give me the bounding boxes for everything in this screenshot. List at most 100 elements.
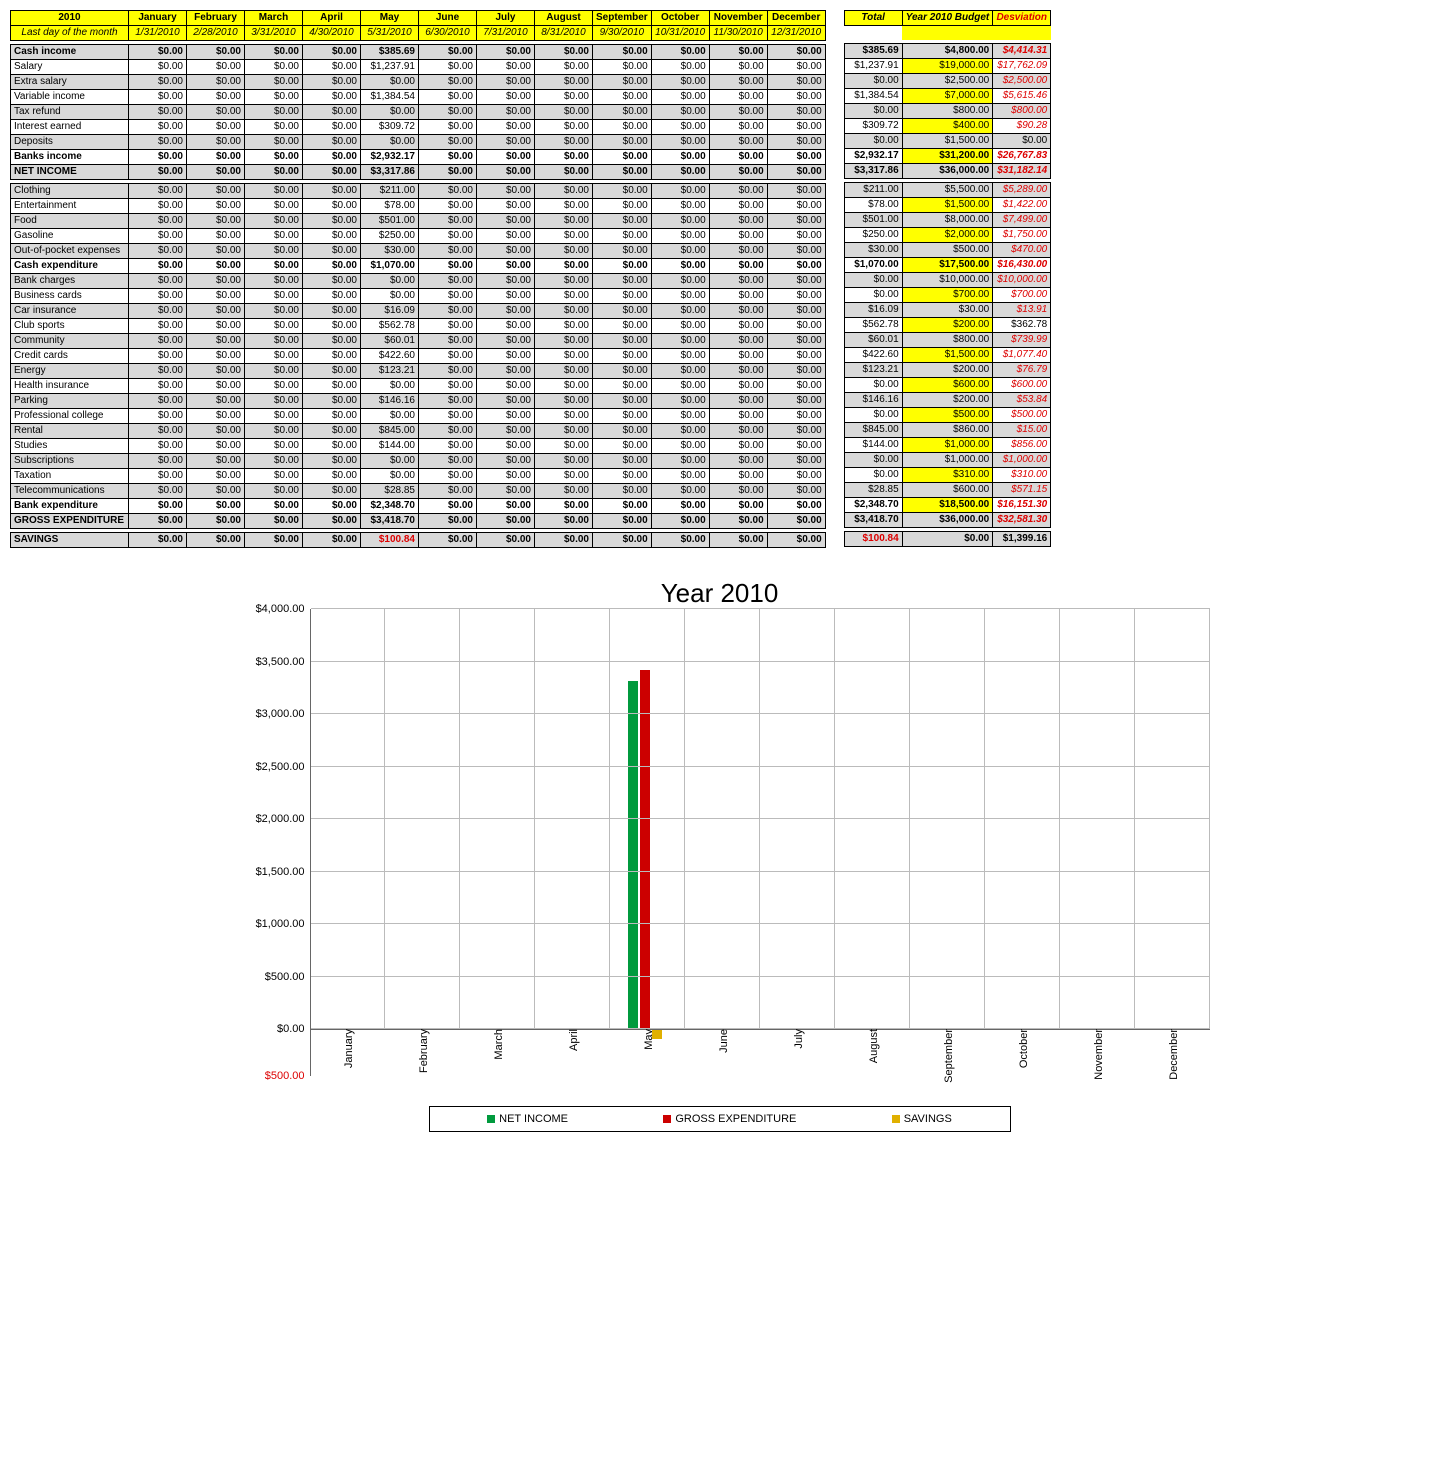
budget-value: $800.00 — [902, 333, 993, 348]
cell-value: $0.00 — [477, 424, 535, 439]
cell-value: $0.00 — [651, 364, 709, 379]
cell-value: $0.00 — [245, 304, 303, 319]
row-label: Banks income — [11, 150, 129, 165]
cell-value: $0.00 — [245, 379, 303, 394]
cell-value: $0.00 — [303, 60, 361, 75]
deviation-value: $5,615.46 — [993, 89, 1051, 104]
budget-value: $18,500.00 — [902, 498, 993, 513]
legend-swatch — [892, 1115, 900, 1123]
cell-value: $0.00 — [593, 274, 652, 289]
cell-value: $0.00 — [303, 364, 361, 379]
total-value: $28.85 — [844, 483, 902, 498]
cell-value: $0.00 — [767, 514, 825, 529]
budget-value: $8,000.00 — [902, 213, 993, 228]
cell-value: $0.00 — [651, 533, 709, 548]
cell-value: $0.00 — [419, 75, 477, 90]
cell-value: $0.00 — [187, 514, 245, 529]
cell-value: $0.00 — [709, 424, 767, 439]
cell-value: $0.00 — [767, 274, 825, 289]
cell-value: $0.00 — [535, 199, 593, 214]
cell-value: $0.00 — [477, 120, 535, 135]
total-value: $2,348.70 — [844, 498, 902, 513]
cell-value: $0.00 — [709, 394, 767, 409]
cell-value: $0.00 — [709, 45, 767, 60]
cell-value: $0.00 — [651, 90, 709, 105]
date-header: 2/28/2010 — [187, 26, 245, 41]
cell-value: $0.00 — [593, 75, 652, 90]
cell-value: $0.00 — [245, 244, 303, 259]
cell-value: $0.00 — [767, 469, 825, 484]
date-header: 9/30/2010 — [593, 26, 652, 41]
cell-value: $0.00 — [361, 469, 419, 484]
row-label: Health insurance — [11, 379, 129, 394]
cell-value: $0.00 — [477, 514, 535, 529]
cell-value: $0.00 — [535, 319, 593, 334]
cell-value: $0.00 — [129, 424, 187, 439]
month-header: February — [187, 11, 245, 26]
cell-value: $0.00 — [361, 289, 419, 304]
cell-value: $0.00 — [129, 45, 187, 60]
cell-value: $0.00 — [419, 60, 477, 75]
cell-value: $0.00 — [709, 533, 767, 548]
cell-value: $0.00 — [709, 60, 767, 75]
cell-value: $0.00 — [419, 334, 477, 349]
cell-value: $0.00 — [245, 409, 303, 424]
cell-value: $0.00 — [303, 514, 361, 529]
row-label: Tax refund — [11, 105, 129, 120]
cell-value: $0.00 — [651, 274, 709, 289]
row-label: Rental — [11, 424, 129, 439]
cell-value: $28.85 — [361, 484, 419, 499]
cell-value: $0.00 — [187, 409, 245, 424]
cell-value: $0.00 — [709, 379, 767, 394]
cell-value: $0.00 — [187, 135, 245, 150]
cell-value: $0.00 — [419, 150, 477, 165]
row-label: Telecommunications — [11, 484, 129, 499]
deviation-value: $1,000.00 — [993, 453, 1051, 468]
chart-column: October — [985, 609, 1060, 1029]
row-label: Food — [11, 214, 129, 229]
cell-value: $0.00 — [593, 469, 652, 484]
cell-value: $0.00 — [245, 319, 303, 334]
deviation-value: $17,762.09 — [993, 59, 1051, 74]
total-value: $309.72 — [844, 119, 902, 134]
cell-value: $0.00 — [535, 334, 593, 349]
cell-value: $0.00 — [477, 184, 535, 199]
total-value: $123.21 — [844, 363, 902, 378]
cell-value: $0.00 — [303, 469, 361, 484]
cell-value: $0.00 — [767, 304, 825, 319]
cell-value: $0.00 — [419, 454, 477, 469]
cell-value: $0.00 — [593, 319, 652, 334]
legend-item: GROSS EXPENDITURE — [663, 1113, 796, 1125]
cell-value: $0.00 — [129, 409, 187, 424]
cell-value: $0.00 — [187, 379, 245, 394]
cell-value: $0.00 — [651, 60, 709, 75]
cell-value: $0.00 — [303, 319, 361, 334]
cell-value: $0.00 — [535, 184, 593, 199]
cell-value: $0.00 — [709, 135, 767, 150]
cell-value: $0.00 — [419, 484, 477, 499]
y-tick-label: $1,500.00 — [256, 866, 311, 878]
cell-value: $0.00 — [593, 229, 652, 244]
month-header: July — [477, 11, 535, 26]
cell-value: $0.00 — [245, 424, 303, 439]
cell-value: $0.00 — [651, 199, 709, 214]
cell-value: $0.00 — [709, 214, 767, 229]
cell-value: $0.00 — [129, 135, 187, 150]
cell-value: $0.00 — [129, 304, 187, 319]
cell-value: $0.00 — [651, 439, 709, 454]
cell-value: $0.00 — [419, 364, 477, 379]
cell-value: $0.00 — [593, 439, 652, 454]
deviation-value: $600.00 — [993, 378, 1051, 393]
budget-value: $17,500.00 — [902, 258, 993, 273]
cell-value: $0.00 — [303, 439, 361, 454]
chart-column: February — [385, 609, 460, 1029]
deviation-value: $4,414.31 — [993, 44, 1051, 59]
cell-value: $0.00 — [535, 229, 593, 244]
cell-value: $0.00 — [535, 105, 593, 120]
cell-value: $0.00 — [651, 319, 709, 334]
cell-value: $0.00 — [767, 105, 825, 120]
month-header: June — [419, 11, 477, 26]
cell-value: $0.00 — [767, 409, 825, 424]
budget-value: $1,000.00 — [902, 438, 993, 453]
date-header: 1/31/2010 — [129, 26, 187, 41]
